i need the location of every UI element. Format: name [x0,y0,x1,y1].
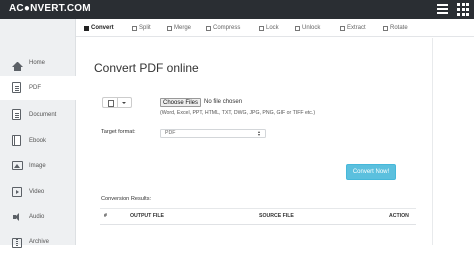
sidebar-item-label: Archive [29,239,50,245]
top-bar: AC●NVERT.COM [0,0,474,19]
tab-lock[interactable]: Lock [259,19,279,37]
column-header: SOURCE FILE [259,213,294,219]
select-arrows-icon [258,131,261,136]
sidebar-item-label: Home [29,60,46,66]
tab-checkbox-icon [132,25,137,31]
column-header: # [104,213,107,219]
sidebar-item-label: Video [29,189,45,195]
sidebar-item-home[interactable]: Home [0,51,76,75]
sidebar: Home PDF Document Ebook Image Video Audi… [0,19,76,248]
main-content: Convert PDF online Choose Files No file … [76,38,432,245]
tab-checkbox-icon [167,25,172,31]
tab-split[interactable]: Split [132,19,151,37]
sidebar-item-image[interactable]: Image [0,154,76,178]
tab-label: Split [139,25,151,31]
video-icon [12,187,22,197]
tab-label: Lock [266,25,279,31]
audio-icon [12,212,22,222]
sidebar-item-label: Document [29,112,57,118]
sidebar-item-archive[interactable]: Archive [0,230,76,254]
site-logo[interactable]: AC●NVERT.COM [9,3,91,14]
tab-label: Unlock [302,25,321,31]
tab-label: Extract [347,25,366,31]
sidebar-item-video[interactable]: Video [0,180,76,204]
pdf-icon [12,82,21,93]
tab-extract[interactable]: Extract [340,19,366,37]
tab-checkbox-icon [206,25,211,31]
sidebar-item-label: Ebook [29,138,47,144]
tab-checkbox-icon [259,25,264,31]
tool-tabs: Convert Split Merge Compress Lock Unlock… [76,19,474,37]
tab-checkbox-icon [383,25,388,31]
chevron-down-icon[interactable] [118,98,131,107]
column-header: OUTPUT FILE [130,213,165,219]
image-icon [12,161,23,170]
tab-unlock[interactable]: Unlock [295,19,320,37]
ebook-icon [12,135,21,146]
results-table-header: # OUTPUT FILE SOURCE FILE ACTION [100,209,416,225]
column-header: ACTION [389,213,409,219]
choose-files-button[interactable]: Choose Files [160,97,202,107]
file-icon [103,98,118,107]
page-title: Convert PDF online [94,61,199,75]
tab-compress[interactable]: Compress [206,19,240,37]
tab-rotate[interactable]: Rotate [383,19,408,37]
grid-icon[interactable] [457,3,470,16]
sidebar-item-audio[interactable]: Audio [0,205,76,229]
right-panel [432,38,474,245]
tab-convert[interactable]: Convert [84,19,114,37]
tab-checkbox-icon [295,25,300,31]
formats-hint: (Word, Excel, PPT, HTML, TXT, DWG, JPG, … [160,110,316,116]
file-input[interactable]: Choose Files No file chosen [160,97,242,107]
tab-label: Convert [91,25,114,31]
conversion-results-label: Conversion Results: [101,196,152,202]
archive-icon [12,238,22,248]
target-format-label: Target format: [101,129,136,135]
tab-checkbox-icon [340,25,345,31]
tab-checkbox-icon [84,25,89,31]
sidebar-item-label: Image [29,163,46,169]
tab-label: Merge [174,25,192,31]
convert-now-button[interactable]: Convert Now! [346,164,396,180]
file-source-picker[interactable] [102,97,132,108]
sidebar-item-ebook[interactable]: Ebook [0,129,76,153]
tab-label: Compress [213,25,241,31]
target-format-value: PDF [165,130,176,136]
document-icon [12,109,21,120]
sidebar-item-pdf[interactable]: PDF [0,76,76,100]
home-icon-base [14,66,21,71]
tab-merge[interactable]: Merge [167,19,191,37]
sidebar-item-document[interactable]: Document [0,103,76,127]
sidebar-item-label: PDF [29,85,41,91]
target-format-select[interactable]: PDF [160,129,266,138]
sidebar-item-label: Audio [29,214,45,220]
hamburger-icon[interactable] [437,4,448,14]
tab-label: Rotate [390,25,408,31]
no-file-text: No file chosen [204,99,243,105]
